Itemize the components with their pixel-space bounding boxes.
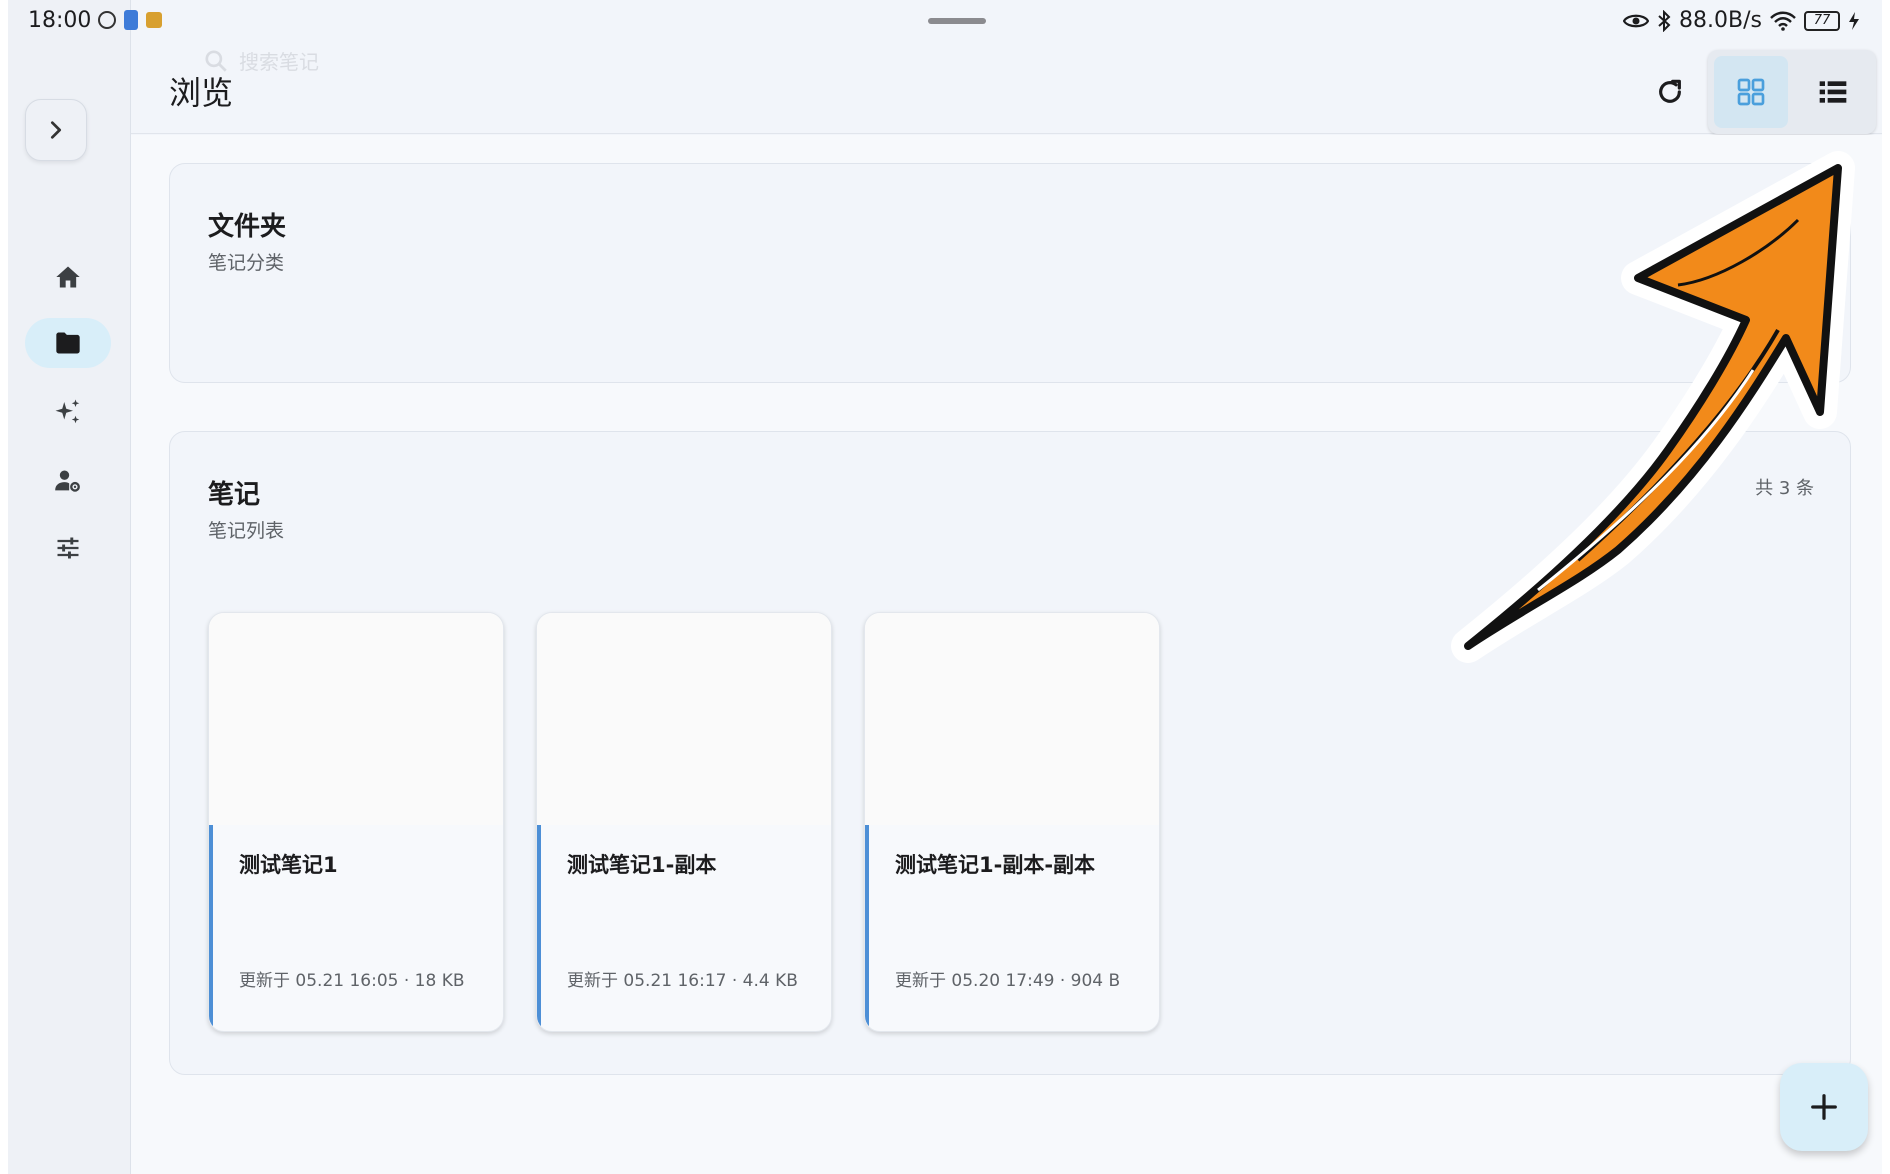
note-thumbnail (537, 613, 831, 825)
status-bar: 18:00 88.0B/s 77 (8, 0, 1882, 44)
notes-title: 笔记 (208, 480, 261, 510)
list-view-button[interactable] (1796, 56, 1870, 128)
search-placeholder: 搜索笔记 (239, 50, 319, 74)
nav-ai[interactable] (25, 387, 111, 437)
note-meta: 更新于 05.21 16:17 · 4.4 KB (567, 971, 798, 991)
add-note-fab[interactable] (1780, 1063, 1868, 1151)
note-thumbnail (209, 613, 503, 825)
notification-app-icon (98, 11, 116, 29)
page-title: 浏览 (169, 74, 234, 112)
note-title: 测试笔记1 (239, 853, 338, 877)
plus-icon (1811, 1094, 1837, 1120)
network-speed: 88.0B/s (1679, 8, 1762, 33)
note-meta: 更新于 05.21 16:05 · 18 KB (239, 971, 465, 991)
note-card-body: 测试笔记1 更新于 05.21 16:05 · 18 KB (209, 825, 503, 1031)
grid-icon (1737, 78, 1765, 106)
sparkle-icon (55, 399, 80, 424)
nav-account[interactable] (25, 456, 111, 506)
app-window: 搜索笔记 浏览 文件夹 笔记分类 笔记 笔记列表 共 3 条 测试笔记1 更新于… (8, 0, 1882, 1174)
notification-app-icon (146, 12, 162, 28)
notes-subtitle: 笔记列表 (208, 520, 285, 542)
nav-home[interactable] (25, 252, 111, 302)
folders-section: 文件夹 笔记分类 (169, 163, 1851, 383)
note-card[interactable]: 测试笔记1-副本 更新于 05.21 16:17 · 4.4 KB (536, 612, 832, 1032)
note-title: 测试笔记1-副本 (567, 853, 717, 877)
refresh-icon (1659, 79, 1681, 103)
chevron-right-icon (50, 121, 62, 139)
notification-icons (98, 10, 162, 30)
browse-content: 文件夹 笔记分类 笔记 笔记列表 共 3 条 测试笔记1 更新于 05.21 1… (131, 135, 1882, 1174)
notes-count: 共 3 条 (1755, 478, 1814, 499)
note-meta: 更新于 05.20 17:49 · 904 B (895, 971, 1121, 991)
nav-rail (8, 0, 131, 1174)
note-card-body: 测试笔记1-副本-副本 更新于 05.20 17:49 · 904 B (865, 825, 1159, 1031)
folders-subtitle: 笔记分类 (208, 252, 285, 274)
window-drag-handle[interactable] (928, 18, 986, 24)
notes-section: 笔记 笔记列表 共 3 条 测试笔记1 更新于 05.21 16:05 · 18… (169, 431, 1851, 1075)
note-card[interactable]: 测试笔记1-副本-副本 更新于 05.20 17:49 · 904 B (864, 612, 1160, 1032)
charging-icon (1849, 11, 1859, 30)
user-settings-icon (55, 470, 80, 492)
note-title: 测试笔记1-副本-副本 (895, 853, 1096, 877)
folder-icon (56, 332, 80, 354)
refresh-button[interactable] (1648, 70, 1692, 114)
note-card-body: 测试笔记1-副本 更新于 05.21 16:17 · 4.4 KB (537, 825, 831, 1031)
folders-title: 文件夹 (208, 212, 287, 242)
nav-settings[interactable] (25, 523, 111, 573)
top-app-bar: 搜索笔记 浏览 (131, 44, 1882, 134)
note-thumbnail (865, 613, 1159, 825)
notification-battery-app-icon (124, 10, 138, 30)
bluetooth-icon (1658, 9, 1671, 32)
eye-icon (1623, 14, 1650, 27)
wifi-icon (1770, 11, 1796, 31)
list-icon (1819, 81, 1847, 103)
status-time: 18:00 (28, 8, 92, 33)
nav-browse[interactable] (25, 318, 111, 368)
view-mode-toggle (1708, 50, 1876, 134)
home-icon (56, 266, 80, 288)
grid-view-button[interactable] (1714, 56, 1788, 128)
note-card[interactable]: 测试笔记1 更新于 05.21 16:05 · 18 KB (208, 612, 504, 1032)
expand-sidebar-button[interactable] (25, 99, 87, 161)
battery-level: 77 (1804, 10, 1840, 31)
sliders-icon (57, 537, 79, 559)
status-icons: 88.0B/s 77 (1623, 8, 1860, 33)
